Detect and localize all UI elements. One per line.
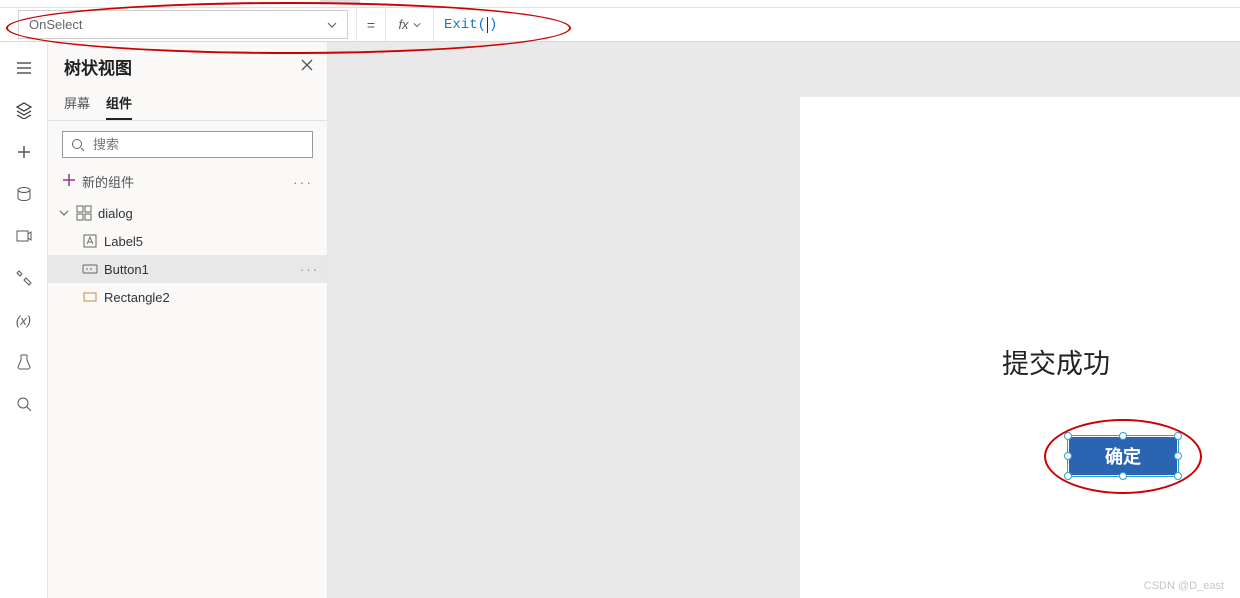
tree-view-panel: 树状视图 屏幕 组件 新的组件 ··· dialog bbox=[48, 42, 328, 598]
tools-icon[interactable] bbox=[14, 268, 34, 288]
tab-components[interactable]: 组件 bbox=[106, 87, 132, 120]
tree-item-label: Rectangle2 bbox=[104, 290, 170, 305]
variable-icon[interactable]: (x) bbox=[14, 310, 34, 330]
formula-function-name: Exit bbox=[444, 17, 478, 33]
selection-outline bbox=[1067, 435, 1179, 477]
success-label: 提交成功 bbox=[1002, 342, 1110, 381]
tree-tabs: 屏幕 组件 bbox=[48, 87, 327, 121]
watermark: CSDN @D_east bbox=[1144, 580, 1224, 592]
equals-label: = bbox=[356, 8, 386, 41]
resize-handle[interactable] bbox=[1174, 472, 1182, 480]
more-icon[interactable]: ··· bbox=[293, 174, 313, 190]
left-nav-rail: (x) bbox=[0, 42, 48, 598]
layers-icon[interactable] bbox=[14, 100, 34, 120]
chevron-down-icon bbox=[58, 208, 70, 218]
tree-item-dialog[interactable]: dialog bbox=[48, 199, 327, 227]
formula-bar: OnSelect = fx Exit() bbox=[0, 8, 1240, 42]
tree-view-title: 树状视图 bbox=[64, 54, 132, 79]
new-component-button[interactable]: 新的组件 bbox=[62, 172, 134, 191]
label-icon bbox=[82, 233, 98, 249]
plus-icon[interactable] bbox=[14, 142, 34, 162]
resize-handle[interactable] bbox=[1119, 472, 1127, 480]
chevron-down-icon bbox=[413, 17, 421, 32]
button-icon bbox=[82, 261, 98, 277]
tree-item-label5[interactable]: Label5 bbox=[48, 227, 327, 255]
search-field[interactable] bbox=[93, 137, 304, 152]
artboard[interactable]: 提交成功 确定 bbox=[800, 97, 1240, 598]
plus-icon bbox=[62, 173, 76, 190]
resize-handle[interactable] bbox=[1174, 432, 1182, 440]
search-icon[interactable] bbox=[14, 394, 34, 414]
resize-handle[interactable] bbox=[1174, 452, 1182, 460]
search-input[interactable] bbox=[62, 131, 313, 158]
selection-box[interactable]: 确定 bbox=[1069, 437, 1177, 475]
new-component-label: 新的组件 bbox=[82, 172, 134, 191]
rectangle-icon bbox=[82, 289, 98, 305]
component-icon bbox=[76, 205, 92, 221]
resize-handle[interactable] bbox=[1064, 472, 1072, 480]
resize-handle[interactable] bbox=[1064, 452, 1072, 460]
property-selector-label: OnSelect bbox=[29, 17, 82, 32]
text-cursor bbox=[487, 17, 488, 33]
tree-item-label: Label5 bbox=[104, 234, 143, 249]
hamburger-icon[interactable] bbox=[14, 58, 34, 78]
close-icon[interactable] bbox=[301, 59, 313, 74]
resize-handle[interactable] bbox=[1119, 432, 1127, 440]
fx-label: fx bbox=[398, 17, 408, 32]
test-icon[interactable] bbox=[14, 352, 34, 372]
fx-button[interactable]: fx bbox=[386, 8, 434, 41]
resize-handle[interactable] bbox=[1064, 432, 1072, 440]
tree-item-label: dialog bbox=[98, 206, 133, 221]
search-icon bbox=[71, 138, 85, 152]
tree-item-button1[interactable]: Button1 ··· bbox=[48, 255, 327, 283]
top-divider bbox=[0, 0, 1240, 8]
canvas-area[interactable]: 提交成功 确定 CSDN @D_east bbox=[328, 42, 1240, 598]
tree-item-label: Button1 bbox=[104, 262, 149, 277]
tree-item-rectangle2[interactable]: Rectangle2 bbox=[48, 283, 327, 311]
more-icon[interactable]: ··· bbox=[300, 262, 319, 277]
chevron-down-icon bbox=[327, 20, 337, 30]
data-icon[interactable] bbox=[14, 184, 34, 204]
media-icon[interactable] bbox=[14, 226, 34, 246]
property-selector[interactable]: OnSelect bbox=[18, 10, 348, 39]
formula-input[interactable]: Exit() bbox=[434, 8, 1240, 41]
tree-list: dialog Label5 Button1 ··· Rectangle2 bbox=[48, 199, 327, 598]
tab-screen[interactable]: 屏幕 bbox=[64, 87, 90, 120]
